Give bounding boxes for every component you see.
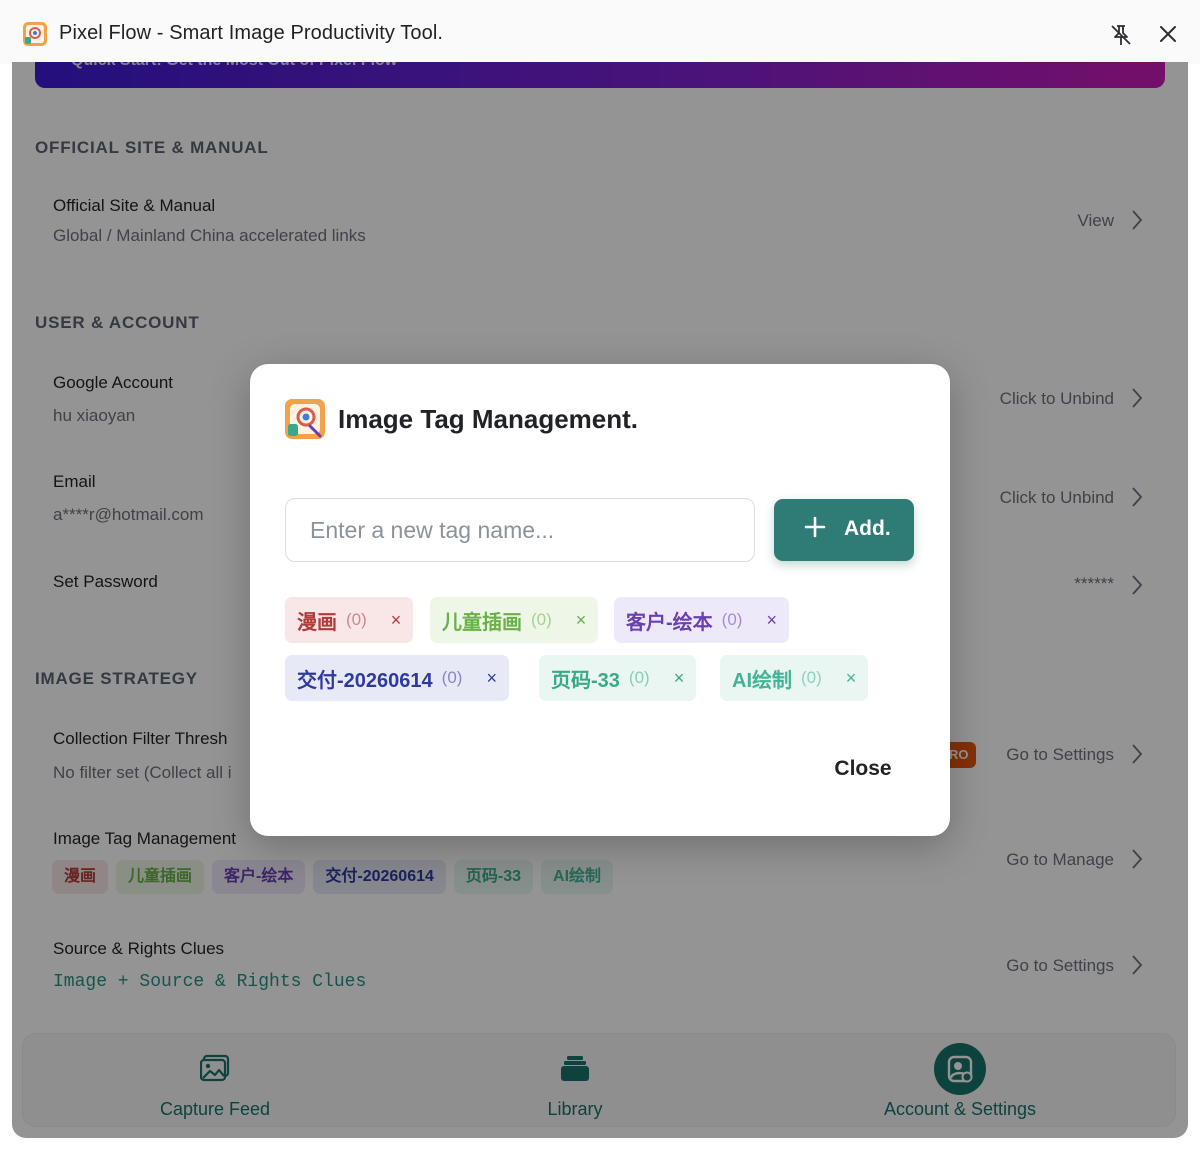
remove-tag-icon[interactable]: × <box>674 668 685 689</box>
remove-tag-icon[interactable]: × <box>486 668 497 689</box>
close-window-icon[interactable] <box>1156 22 1180 46</box>
remove-tag-icon[interactable]: × <box>846 668 857 689</box>
tag-name: 儿童插画 <box>442 611 522 634</box>
tag-name: 漫画 <box>297 611 337 634</box>
tag-count: (0) <box>346 610 367 629</box>
add-tag-button[interactable]: Add. <box>774 499 914 561</box>
tag-count: (0) <box>628 668 650 687</box>
tag-name: 交付-20260614 <box>297 669 433 692</box>
remove-tag-icon[interactable]: × <box>576 610 587 631</box>
app-logo-icon <box>23 22 47 46</box>
tag-chip: AI绘制 (0) × <box>720 655 869 701</box>
tag-name: AI绘制 <box>732 669 792 692</box>
remove-tag-icon[interactable]: × <box>766 610 777 631</box>
add-tag-label: Add. <box>844 517 891 540</box>
title-bar: Pixel Flow - Smart Image Productivity To… <box>0 0 1200 64</box>
window-title: Pixel Flow - Smart Image Productivity To… <box>59 22 444 44</box>
tag-name: 页码-33 <box>551 669 620 692</box>
tag-count: (0) <box>721 610 743 629</box>
tag-count: (0) <box>801 668 822 687</box>
tag-count: (0) <box>531 610 552 629</box>
tag-chip: 交付-20260614 (0) × <box>285 655 509 701</box>
tag-chip: 儿童插画 (0) × <box>430 597 599 643</box>
plus-icon <box>804 516 826 538</box>
tag-chip: 客户-绘本 (0) × <box>614 597 789 643</box>
tag-chip: 页码-33 (0) × <box>539 655 697 701</box>
app-logo-icon <box>285 399 325 439</box>
dialog-title: Image Tag Management. <box>338 404 639 434</box>
unpin-icon[interactable] <box>1108 22 1134 48</box>
tag-name: 客户-绘本 <box>626 611 713 634</box>
new-tag-input[interactable] <box>285 498 755 562</box>
close-dialog-button[interactable]: Close <box>808 754 918 784</box>
tag-management-dialog: Image Tag Management. Add. 漫画 (0) × 儿童插画 (0)… <box>250 364 950 836</box>
tag-chip: 漫画 (0) × <box>285 597 414 643</box>
tag-count: (0) <box>441 668 463 687</box>
remove-tag-icon[interactable]: × <box>391 610 402 631</box>
